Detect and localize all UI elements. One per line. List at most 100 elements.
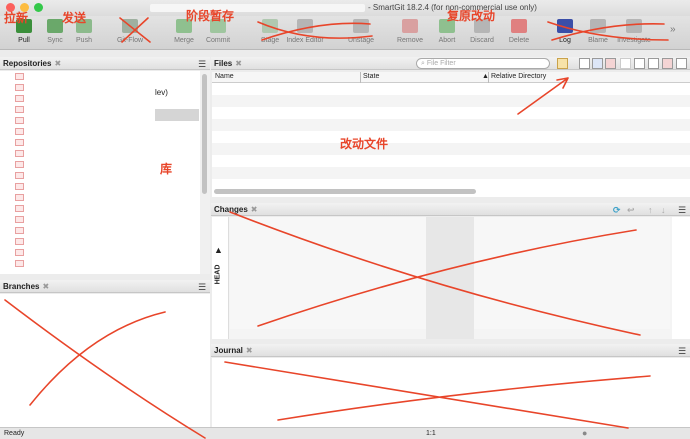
repository-icon bbox=[15, 150, 24, 157]
undo-icon[interactable]: ↩ bbox=[627, 205, 635, 216]
file-filter-input[interactable]: ⌕ File Filter bbox=[416, 58, 550, 69]
table-row[interactable] bbox=[212, 119, 690, 131]
arrow-up-icon[interactable]: ↑ bbox=[648, 205, 653, 215]
diff-left-pane[interactable] bbox=[230, 217, 426, 329]
file-icon[interactable] bbox=[676, 58, 687, 69]
remove-icon bbox=[402, 19, 418, 33]
repository-icon bbox=[15, 172, 24, 179]
status-bar: Ready 1:1 ● bbox=[0, 427, 690, 439]
table-row[interactable] bbox=[212, 167, 690, 179]
toolbar-investigate-button[interactable]: Investigate bbox=[612, 19, 656, 44]
notification-icon[interactable]: ● bbox=[582, 428, 587, 438]
toolbar-button-label: Index Editor bbox=[286, 37, 324, 44]
repositories-title: Repositories bbox=[3, 59, 52, 68]
status-text: Ready bbox=[4, 430, 25, 437]
repository-icon bbox=[15, 183, 24, 190]
toolbar-unstage-button[interactable]: Unstage bbox=[339, 19, 383, 44]
zoom-window-button[interactable] bbox=[34, 3, 43, 12]
repository-row[interactable] bbox=[0, 71, 200, 82]
table-row[interactable] bbox=[212, 155, 690, 167]
repository-row[interactable] bbox=[0, 247, 200, 258]
refresh-icon[interactable]: ⟳ bbox=[613, 205, 621, 216]
files-table-header: Name State ▲ Relative Directory bbox=[212, 72, 690, 83]
panel-menu-icon[interactable]: ☰ bbox=[198, 59, 206, 70]
toolbar-delete-button[interactable]: Delete bbox=[497, 19, 541, 44]
file-icon[interactable] bbox=[634, 58, 645, 69]
repository-icon bbox=[15, 216, 24, 223]
changes-diff-view[interactable]: ▲ HEAD bbox=[212, 217, 690, 339]
table-row[interactable] bbox=[212, 143, 690, 155]
file-icon[interactable] bbox=[579, 58, 590, 69]
file-blue-icon[interactable] bbox=[592, 58, 603, 69]
search-icon: ⌕ bbox=[421, 60, 425, 67]
journal-title: Journal bbox=[214, 346, 243, 355]
arrow-down-icon[interactable]: ↓ bbox=[661, 205, 666, 215]
repository-row[interactable] bbox=[0, 192, 200, 203]
panel-menu-icon[interactable]: ☰ bbox=[198, 282, 206, 293]
file-icon[interactable] bbox=[648, 58, 659, 69]
repository-row[interactable] bbox=[0, 181, 200, 192]
journal-list[interactable] bbox=[212, 358, 690, 427]
delete-icon bbox=[511, 19, 527, 33]
repository-icon bbox=[15, 73, 24, 80]
toolbar-index-editor-button[interactable]: Index Editor bbox=[283, 19, 327, 44]
toolbar-button-label: Abort bbox=[438, 37, 456, 44]
file-icon[interactable] bbox=[620, 58, 631, 69]
file-red-icon[interactable] bbox=[662, 58, 673, 69]
column-name[interactable]: Name bbox=[213, 72, 236, 83]
table-row[interactable] bbox=[212, 107, 690, 119]
close-icon[interactable]: ✖ bbox=[54, 59, 61, 68]
toolbar-button-label: Pull bbox=[18, 37, 30, 44]
files-hscrollbar[interactable] bbox=[214, 189, 476, 194]
selected-repo-highlight[interactable] bbox=[155, 109, 199, 121]
repository-row[interactable] bbox=[0, 214, 200, 225]
sync-icon bbox=[47, 19, 63, 33]
scrollbar-thumb[interactable] bbox=[202, 74, 207, 194]
repository-row[interactable] bbox=[0, 93, 200, 104]
annotation-files: 改动文件 bbox=[340, 137, 389, 151]
table-row[interactable] bbox=[212, 83, 690, 95]
close-icon[interactable]: ✖ bbox=[246, 346, 253, 355]
panel-menu-icon[interactable]: ☰ bbox=[678, 205, 686, 216]
file-red-icon[interactable] bbox=[605, 58, 616, 69]
close-icon[interactable]: ✖ bbox=[235, 59, 242, 68]
repository-row[interactable] bbox=[0, 126, 200, 137]
repositories-scrollbar[interactable] bbox=[200, 71, 210, 274]
toolbar-button-label: Discard bbox=[470, 37, 494, 44]
column-state[interactable]: State bbox=[360, 72, 381, 83]
repository-icon bbox=[15, 205, 24, 212]
annotation-discard: 复原改动 bbox=[447, 9, 496, 23]
log-icon bbox=[557, 19, 573, 33]
toolbar-button-label: Git-Flow bbox=[116, 37, 144, 44]
toolbar-overflow-button[interactable]: » bbox=[670, 24, 676, 35]
cursor-position: 1:1 bbox=[426, 430, 436, 437]
table-row[interactable] bbox=[212, 131, 690, 143]
repository-row[interactable] bbox=[0, 148, 200, 159]
column-relative-directory[interactable]: Relative Directory bbox=[488, 72, 548, 83]
annotation-stage: 阶段暂存 bbox=[186, 9, 235, 23]
repository-icon bbox=[15, 194, 24, 201]
diff-middle-gutter bbox=[426, 217, 474, 339]
table-row[interactable] bbox=[212, 95, 690, 107]
window-titlebar: - SmartGit 18.2.4 (for non-commercial us… bbox=[0, 0, 690, 16]
repository-row[interactable] bbox=[0, 225, 200, 236]
toolbar-git-flow-button[interactable]: Git-Flow bbox=[108, 19, 152, 44]
branches-tree[interactable] bbox=[0, 294, 210, 427]
repository-row[interactable] bbox=[0, 137, 200, 148]
toolbar-button-label: Log bbox=[559, 37, 571, 44]
close-icon[interactable]: ✖ bbox=[251, 205, 258, 214]
toolbar-button-label: Stage bbox=[260, 37, 280, 44]
repository-row[interactable] bbox=[0, 203, 200, 214]
repository-row[interactable] bbox=[0, 236, 200, 247]
repository-row[interactable] bbox=[0, 258, 200, 269]
files-table[interactable]: Name State ▲ Relative Directory bbox=[212, 72, 690, 197]
folder-icon[interactable] bbox=[557, 58, 568, 69]
toolbar-button-label: Push bbox=[76, 37, 92, 44]
index-editor-icon bbox=[297, 19, 313, 33]
repository-row[interactable] bbox=[0, 82, 200, 93]
panel-menu-icon[interactable]: ☰ bbox=[678, 346, 686, 357]
close-icon[interactable]: ✖ bbox=[42, 282, 49, 291]
stage-icon bbox=[262, 19, 278, 33]
toolbar-button-label: Delete bbox=[508, 37, 530, 44]
diff-right-pane[interactable] bbox=[474, 217, 670, 329]
